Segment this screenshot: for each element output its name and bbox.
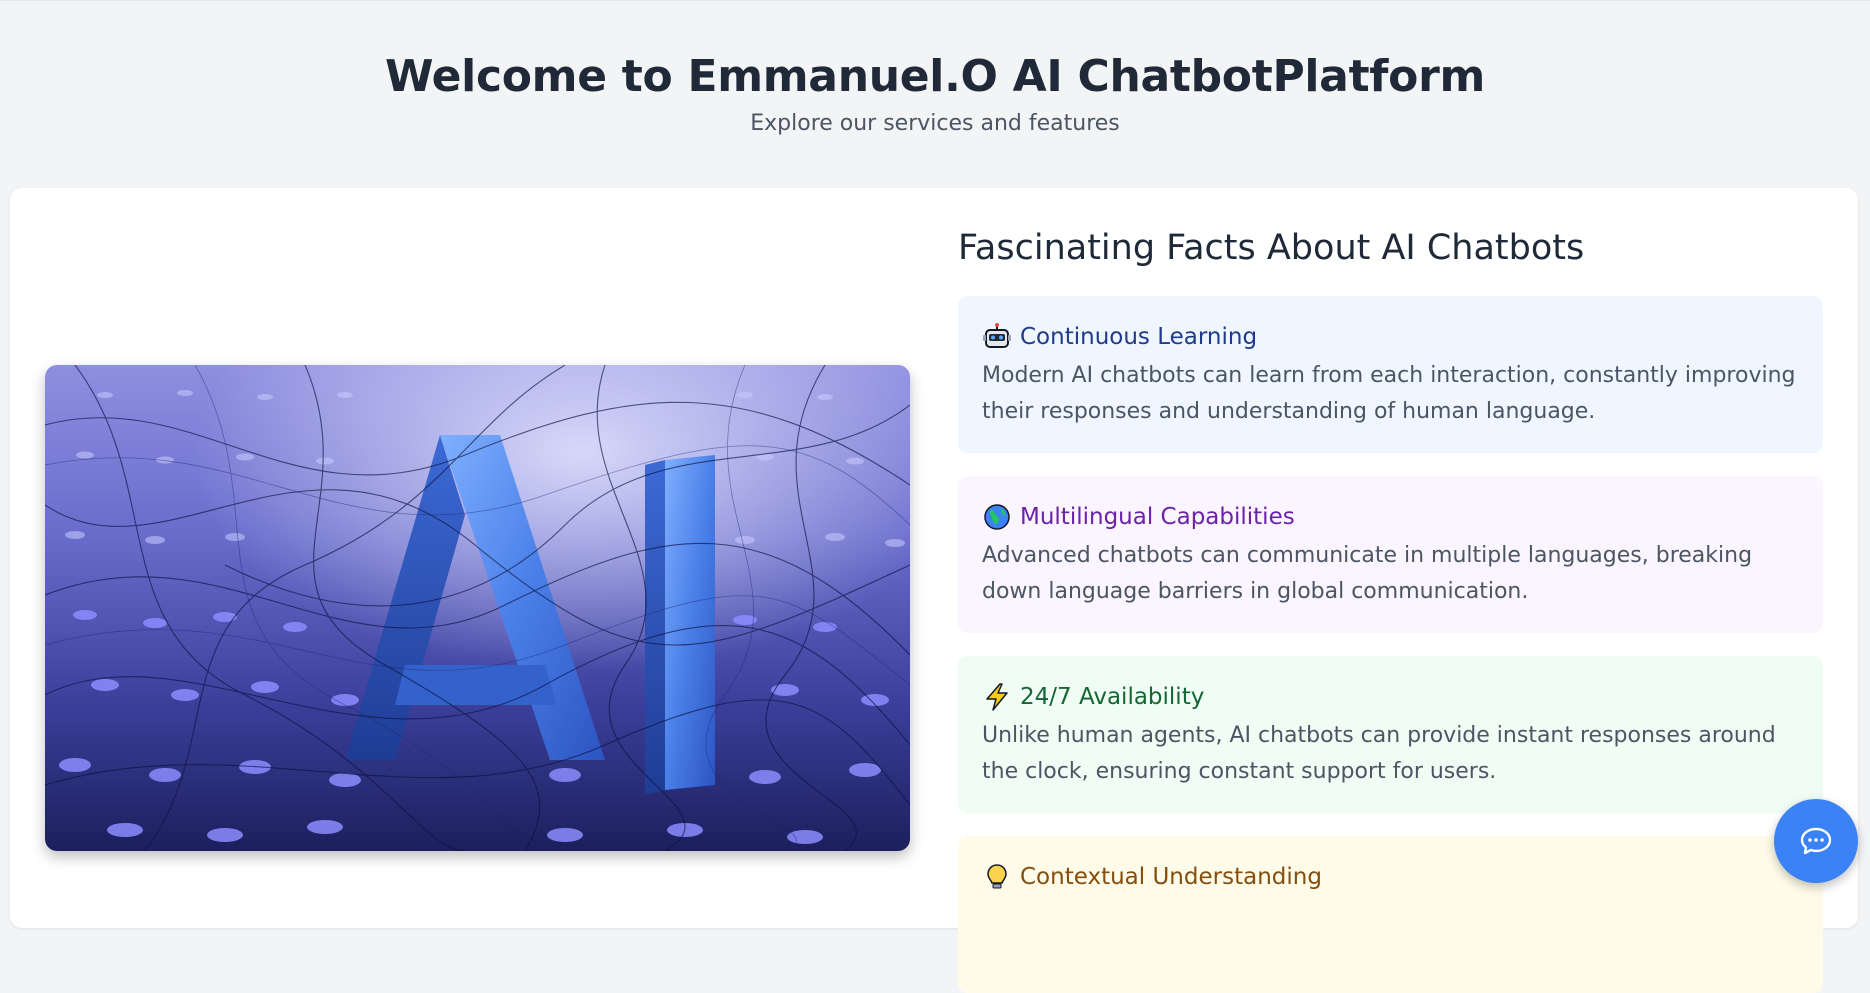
globe-icon	[984, 504, 1010, 530]
lightbulb-icon	[987, 864, 1007, 889]
ai-hero-image	[45, 365, 910, 851]
fact-card-continuous-learning: Continuous Learning Modern AI chatbots c…	[958, 296, 1823, 453]
fact-card-multilingual: Multilingual Capabilities Advanced chatb…	[958, 476, 1823, 633]
lightning-icon	[986, 683, 1008, 711]
ai-hero-illustration	[45, 365, 910, 851]
fact-title: Contextual Understanding	[1020, 864, 1322, 890]
fact-title: Multilingual Capabilities	[1020, 504, 1295, 530]
chat-launcher-button[interactable]	[1774, 799, 1858, 883]
fact-text: Unlike human agents, AI chatbots can pro…	[982, 723, 1776, 784]
fact-title: Continuous Learning	[1020, 324, 1258, 350]
fact-text: Modern AI chatbots can learn from each i…	[982, 363, 1796, 424]
fact-card-contextual: Contextual Understanding	[958, 836, 1823, 993]
fact-text: Advanced chatbots can communicate in mul…	[982, 543, 1753, 604]
robot-icon	[983, 323, 1011, 348]
page-header: Welcome to Emmanuel.O AI ChatbotPlatform…	[0, 0, 1870, 188]
page-subtitle: Explore our services and features	[750, 111, 1120, 136]
fact-title: 24/7 Availability	[1020, 684, 1205, 710]
fact-card-availability: 24/7 Availability Unlike human agents, A…	[958, 656, 1823, 813]
chat-bubble-icon	[1800, 827, 1832, 855]
page-title: Welcome to Emmanuel.O AI ChatbotPlatform	[384, 51, 1486, 102]
facts-heading: Fascinating Facts About AI Chatbots	[958, 228, 1585, 268]
